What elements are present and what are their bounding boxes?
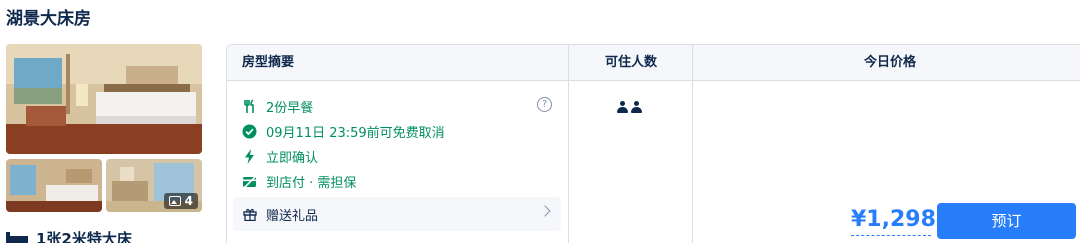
benefit-pay-at-hotel-label: 到店付 · 需担保 (266, 176, 357, 191)
bed-label: 1张2米特大床 (36, 230, 132, 243)
room-photo-main[interactable] (6, 44, 202, 154)
question-circle-icon[interactable]: ? (537, 97, 552, 112)
column-divider (568, 45, 569, 243)
room-photo-thumb-2[interactable]: 4 (106, 159, 202, 212)
column-divider (692, 45, 693, 243)
benefit-pay-at-hotel: 到店付 · 需担保 (242, 172, 356, 191)
check-circle-icon (242, 124, 257, 139)
benefit-free-cancel: 09月11日 23:59前可免费取消 (242, 122, 445, 141)
gift-label: 赠送礼品 (266, 208, 319, 224)
price-underline (851, 235, 931, 236)
benefit-breakfast: 2份早餐 (242, 97, 313, 116)
room-photo-thumb-1[interactable] (6, 159, 102, 212)
room-title: 湖景大床房 (6, 9, 91, 29)
person-icon (631, 101, 642, 113)
card-slash-icon (242, 174, 257, 189)
header-price: 今日价格 (863, 55, 916, 70)
price: ¥1,298 (851, 207, 936, 232)
gift-row[interactable]: 赠送礼品 (233, 197, 561, 231)
benefit-instant-confirm-label: 立即确认 (266, 151, 319, 166)
benefit-free-cancel-label: 09月11日 23:59前可免费取消 (266, 126, 445, 141)
person-icon (617, 101, 628, 113)
guest-capacity (617, 101, 642, 113)
header-guests: 可住人数 (604, 55, 657, 70)
rate-table: 房型摘要 可住人数 今日价格 2份早餐 ? 09月11日 23:59前可免费取消… (226, 44, 1080, 243)
benefit-instant-confirm: 立即确认 (242, 147, 318, 166)
photo-count: 4 (184, 194, 193, 208)
picture-icon (168, 196, 181, 206)
lightning-icon (242, 149, 257, 164)
fork-knife-icon (242, 99, 257, 114)
header-summary: 房型摘要 (242, 55, 295, 70)
rate-table-header: 房型摘要 可住人数 今日价格 (227, 45, 1080, 81)
chevron-right-icon (539, 205, 551, 217)
bed-info: 1张2米特大床 (6, 228, 132, 243)
benefit-breakfast-label: 2份早餐 (266, 101, 314, 116)
photo-count-badge[interactable]: 4 (163, 193, 198, 209)
book-button[interactable]: 预订 (937, 203, 1076, 239)
bed-icon (6, 231, 28, 243)
gift-icon (243, 207, 257, 222)
